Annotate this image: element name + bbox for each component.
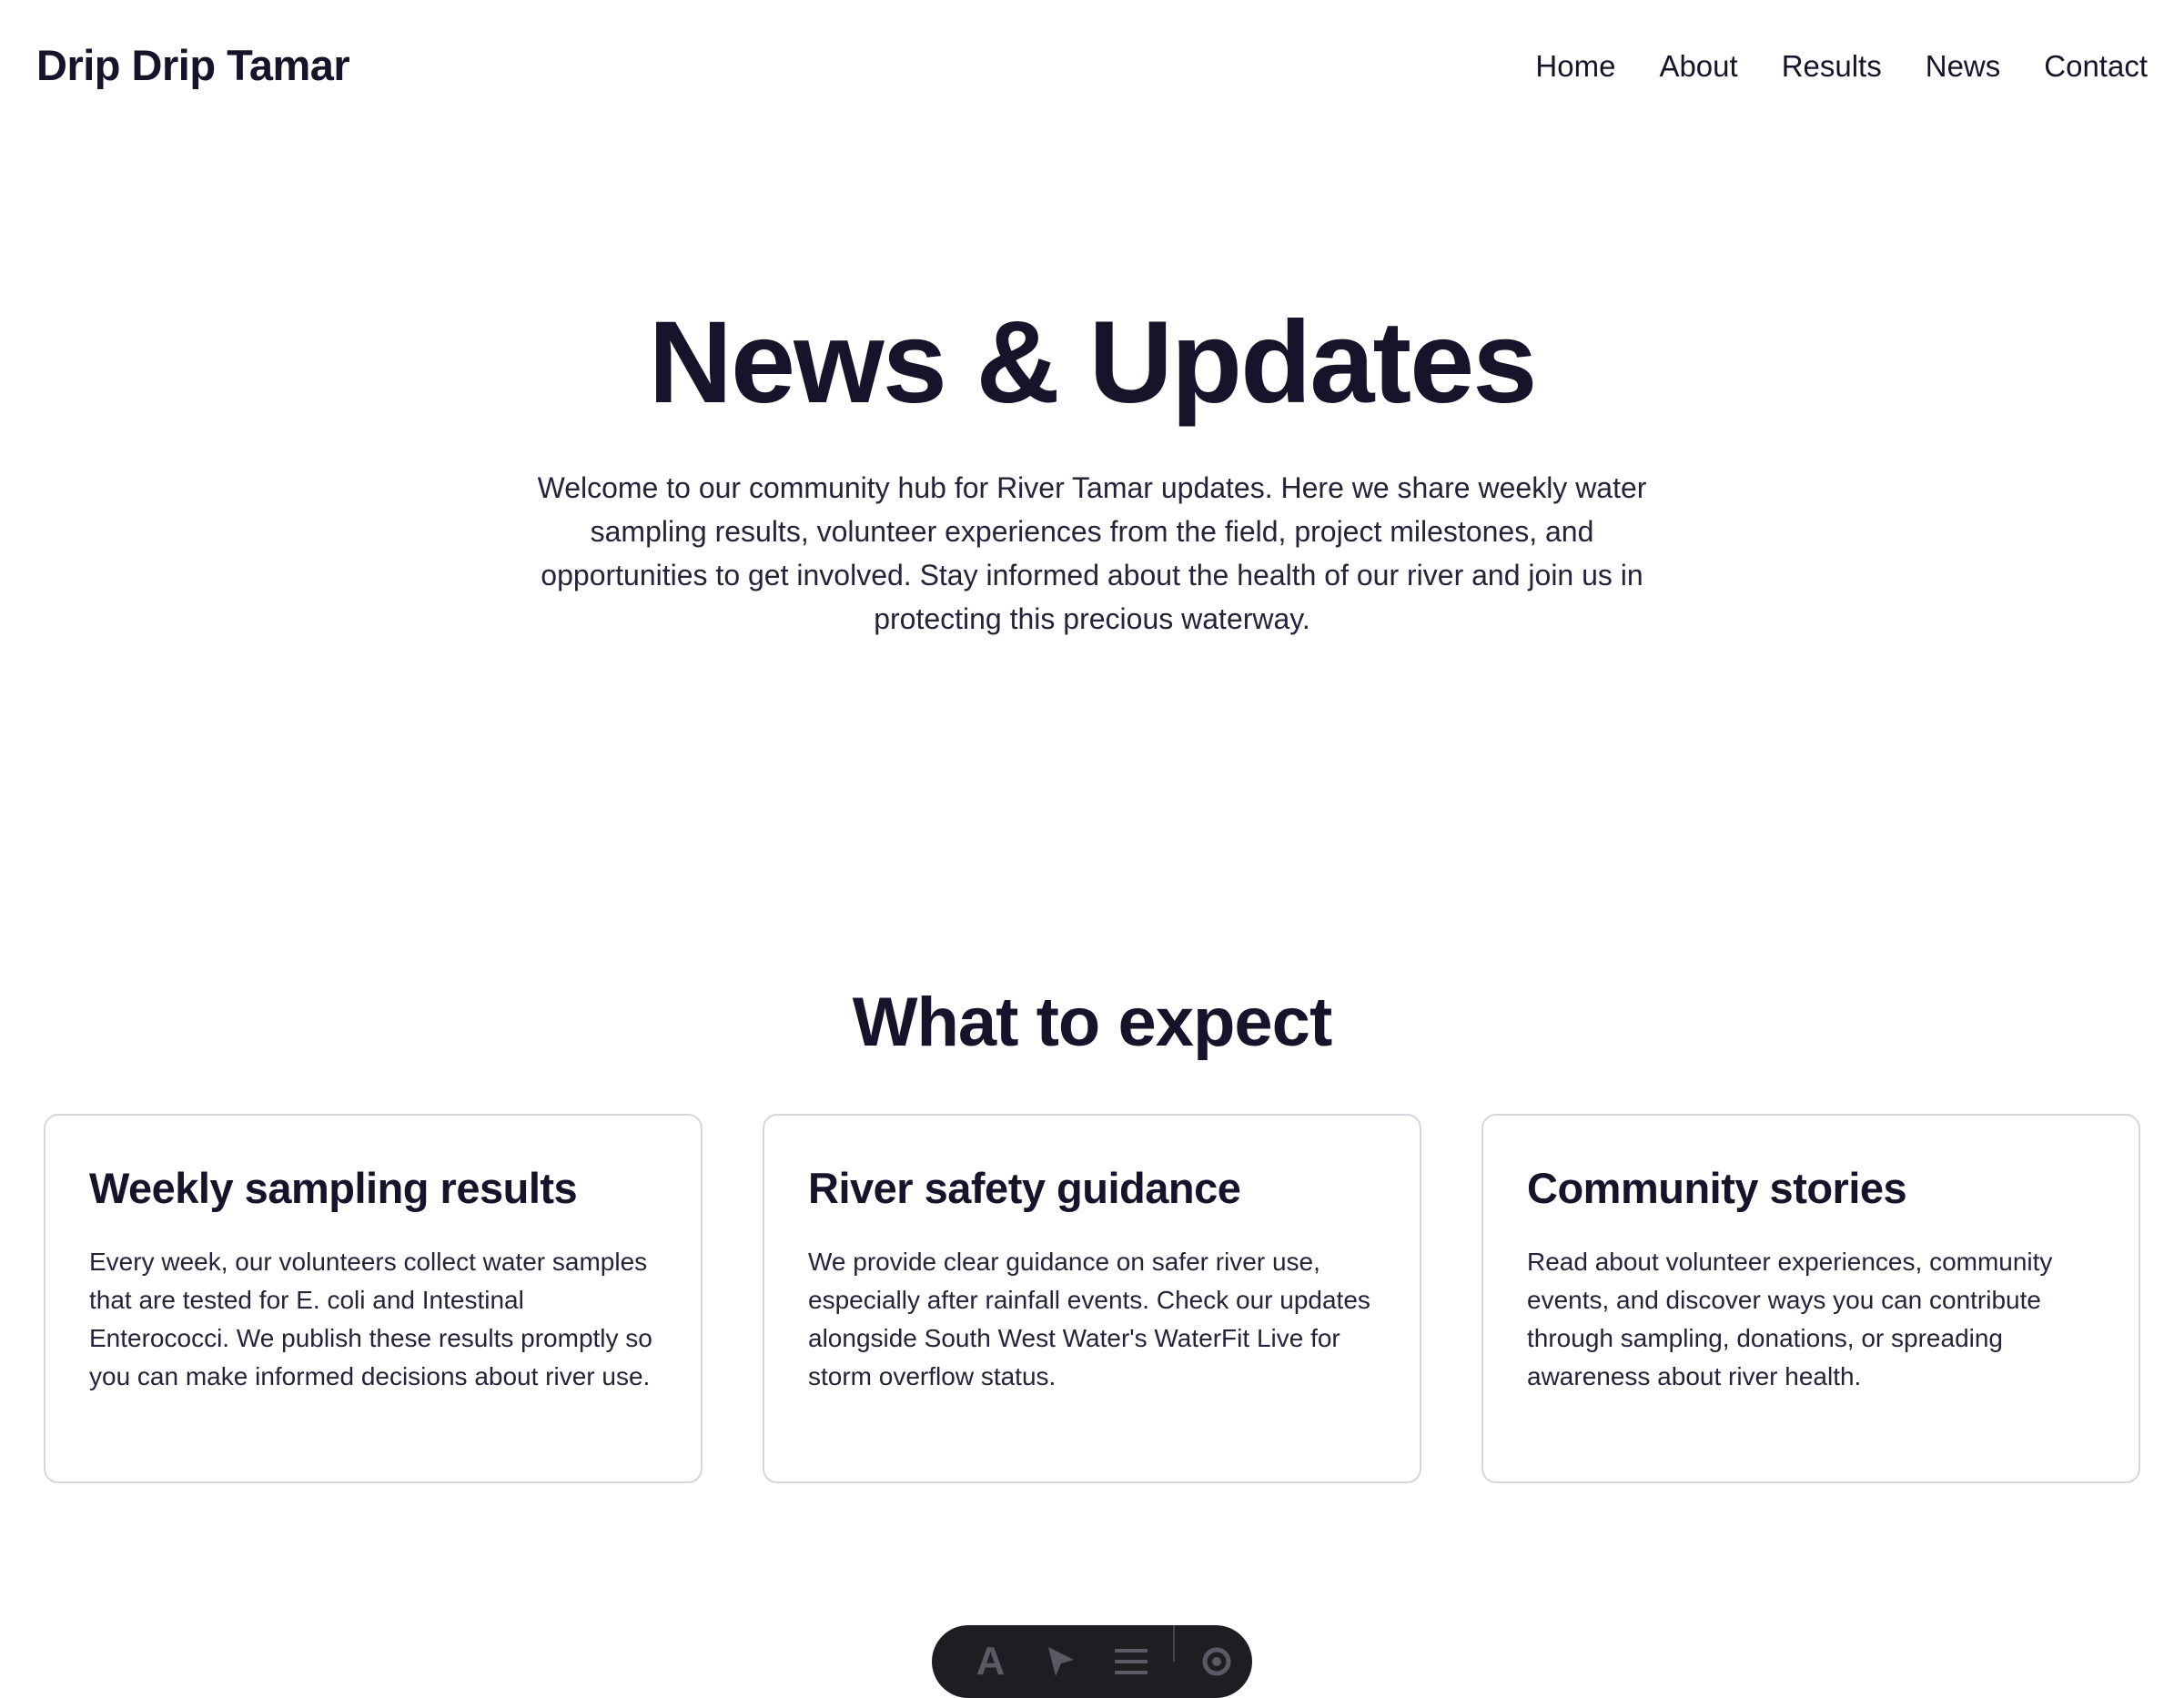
card-body: Every week, our volunteers collect water…: [89, 1248, 652, 1390]
menu-icon-svg: [1114, 1649, 1148, 1674]
hero-intro: Welcome to our community hub for River T…: [537, 471, 1647, 635]
card-community-stories: Community stories Read about volunteer e…: [1481, 1114, 2140, 1483]
main-nav: Home About Results News Contact: [1535, 44, 2148, 89]
card-body: Read about volunteer experiences, commun…: [1527, 1248, 2053, 1390]
text-icon[interactable]: A: [956, 1625, 1026, 1689]
card-weekly-sampling: Weekly sampling results Every week, our …: [44, 1114, 703, 1483]
toolbar-divider: [1173, 1625, 1175, 1662]
pointer-icon-svg: [1047, 1647, 1074, 1676]
card-river-safety: River safety guidance We provide clear g…: [763, 1114, 1421, 1483]
nav-link-about[interactable]: About: [1659, 44, 1737, 89]
card-title: Weekly sampling results: [89, 1164, 578, 1212]
settings-icon[interactable]: [1182, 1625, 1252, 1689]
page-title: News & Updates: [648, 298, 1538, 428]
nav-link-contact[interactable]: Contact: [2044, 44, 2148, 89]
feature-cards: Weekly sampling results Every week, our …: [44, 1114, 2140, 1483]
pointer-icon[interactable]: [1026, 1625, 1096, 1689]
menu-icon[interactable]: [1096, 1625, 1166, 1689]
floating-toolbar: A: [932, 1625, 1252, 1698]
card-body: We provide clear guidance on safer river…: [808, 1248, 1370, 1390]
card-title: River safety guidance: [808, 1164, 1241, 1212]
card-title: Community stories: [1527, 1164, 1907, 1212]
nav-link-home[interactable]: Home: [1535, 44, 1615, 89]
what-to-expect-section: What to expect: [0, 979, 2184, 1066]
nav-link-news[interactable]: News: [1926, 44, 2001, 89]
section-heading: What to expect: [852, 984, 1333, 1061]
text-icon-glyph: A: [976, 1639, 1006, 1683]
hero-section: News & Updates Welcome to our community …: [0, 291, 2184, 641]
site-header: Drip Drip Tamar Home About Results News …: [0, 0, 2184, 133]
nav-link-results[interactable]: Results: [1782, 44, 1882, 89]
site-logo[interactable]: Drip Drip Tamar: [36, 40, 350, 91]
settings-icon-svg: [1202, 1647, 1231, 1676]
